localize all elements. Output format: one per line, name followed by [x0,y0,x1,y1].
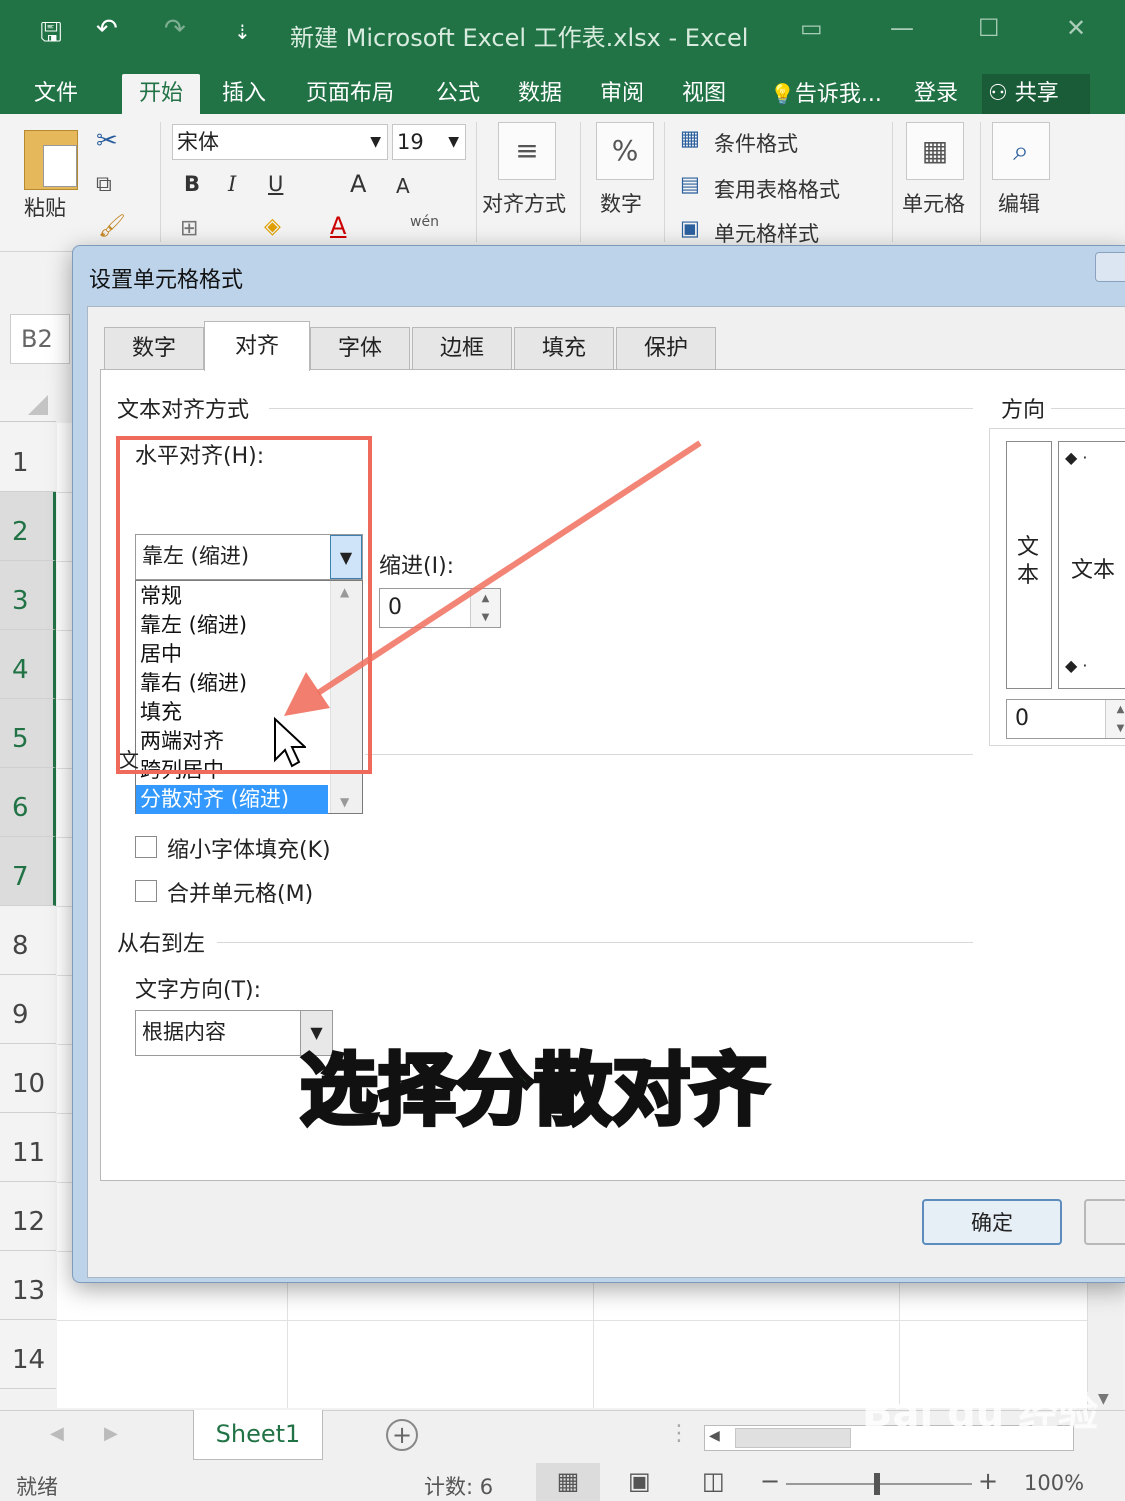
watermark-url: jingyan.baidu.com [862,1430,1029,1451]
mouse-cursor-icon [274,716,306,768]
caption-distributed-align: 分散对齐 [454,1044,770,1138]
baidu-watermark: Bai du 经验 jingyan.baidu.com [862,1380,1098,1451]
caption-select: 选择 [298,1044,458,1138]
caption-overlay: 选择分散对齐 [298,1028,770,1140]
pointer-arrow-icon [284,440,702,716]
